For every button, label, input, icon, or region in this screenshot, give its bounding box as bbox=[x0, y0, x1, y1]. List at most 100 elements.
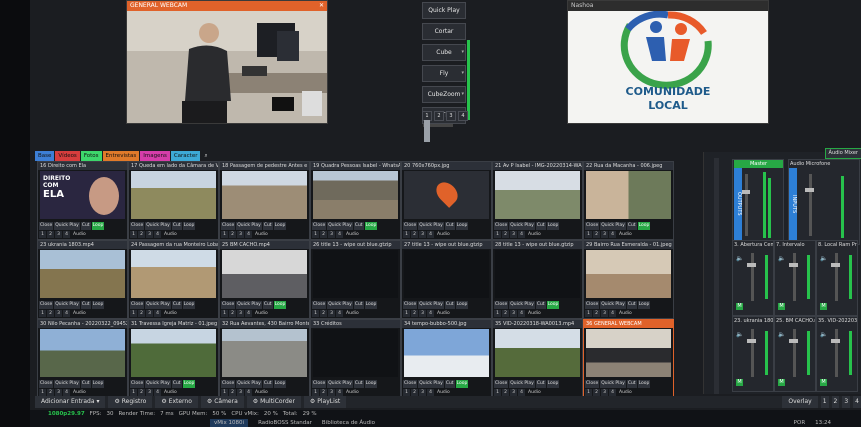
overlay-1-button[interactable]: 1 bbox=[494, 231, 501, 238]
quick-play-button[interactable]: Quick Play bbox=[509, 301, 535, 309]
close-button[interactable]: Close bbox=[39, 222, 54, 230]
overlay-4-button[interactable]: 4 bbox=[336, 389, 343, 396]
cut-button[interactable]: Cut bbox=[262, 380, 273, 388]
taskbar-item-biblioteca[interactable]: Biblioteca de Áudio bbox=[322, 419, 375, 427]
overlay-4-button[interactable]: 4 bbox=[336, 231, 343, 238]
audio-button[interactable]: Audio bbox=[253, 389, 270, 396]
overlay-4-button[interactable]: 4 bbox=[245, 231, 252, 238]
overlay-4-button[interactable]: 4 bbox=[427, 310, 434, 317]
close-button[interactable]: Close bbox=[312, 380, 327, 388]
cut-button[interactable]: Cut bbox=[353, 222, 364, 230]
overlay-1-button[interactable]: 1 bbox=[312, 310, 319, 317]
channel-fader-knob[interactable] bbox=[789, 339, 798, 343]
tab-fotos[interactable]: Fotos bbox=[80, 151, 102, 161]
input-cell[interactable]: 26 title 13 - wipe out blue.gtzip Close Qu… bbox=[310, 240, 401, 319]
overlay-1-button[interactable]: 1 bbox=[403, 389, 410, 396]
input-cell[interactable]: 20 760x760px.jpg Close Quick Play Cut Loop 1 2… bbox=[401, 161, 492, 240]
gear-icon[interactable]: ⚙ bbox=[114, 398, 119, 405]
loop-button[interactable]: Loop bbox=[546, 380, 560, 388]
cut-button[interactable]: Cut bbox=[535, 301, 546, 309]
overlay-2-button[interactable]: 2 bbox=[831, 396, 840, 408]
audio-button[interactable]: Audio bbox=[344, 389, 361, 396]
audio-button[interactable]: Audio bbox=[617, 389, 634, 396]
audio-button[interactable]: Audio bbox=[162, 389, 179, 396]
overlay-4-button[interactable]: 4 bbox=[154, 389, 161, 396]
overlay-3-button[interactable]: 3 bbox=[55, 389, 62, 396]
overlay-2-button[interactable]: 2 bbox=[320, 389, 327, 396]
speaker-icon[interactable]: 🔈 bbox=[778, 331, 785, 338]
close-button[interactable]: Close bbox=[312, 222, 327, 230]
overlay-4-button[interactable]: 4 bbox=[609, 310, 616, 317]
input-cell[interactable]: 29 Bairro Rua Esmeralda - 01.jpeg Close Qu… bbox=[583, 240, 674, 319]
overlay-2-button[interactable]: 2 bbox=[47, 310, 54, 317]
input-cell[interactable]: 23 ukrania 1803.mp4 Close Quick Play Cut Loo… bbox=[37, 240, 128, 319]
overlay-3-button[interactable]: 3 bbox=[237, 231, 244, 238]
quick-play-button[interactable]: Quick Play bbox=[54, 222, 80, 230]
overlay-4-button[interactable]: 4 bbox=[853, 396, 861, 408]
overlay-2-button[interactable]: 2 bbox=[138, 310, 145, 317]
cut-button[interactable]: Cut bbox=[80, 380, 91, 388]
close-button[interactable]: Close bbox=[585, 222, 600, 230]
overlay-2-button[interactable]: 2 bbox=[411, 389, 418, 396]
close-button[interactable]: Close bbox=[494, 380, 509, 388]
overlay-3-button[interactable]: 3 bbox=[419, 231, 426, 238]
loop-button[interactable]: Loop bbox=[364, 301, 378, 309]
input-cell[interactable]: 24 Passagem da rua Monteiro Lobato peClo… bbox=[128, 240, 219, 319]
close-button[interactable]: Close bbox=[130, 222, 145, 230]
close-button[interactable]: Close bbox=[130, 380, 145, 388]
audio-button[interactable]: Audio bbox=[344, 310, 361, 317]
overlay-2-button[interactable]: 2 bbox=[320, 310, 327, 317]
overlay-3-button[interactable]: 3 bbox=[328, 231, 335, 238]
channel-fader-track[interactable] bbox=[793, 329, 796, 377]
gear-icon[interactable]: ⚙ bbox=[207, 398, 212, 405]
overlay-1-button[interactable]: 1 bbox=[130, 389, 137, 396]
master-fader-knob[interactable] bbox=[741, 190, 750, 194]
loop-button[interactable]: Loop bbox=[273, 301, 287, 309]
cut-button[interactable]: Cut bbox=[444, 301, 455, 309]
overlay-4-button[interactable]: 4 bbox=[336, 310, 343, 317]
audio-button[interactable]: Audio bbox=[162, 231, 179, 238]
input-cell[interactable]: 33 Créditos Close Quick Play Cut Loop 1 2 3 4 Aud… bbox=[310, 319, 401, 398]
overlay-4-button[interactable]: 4 bbox=[518, 231, 525, 238]
cut-button[interactable]: Cut bbox=[171, 380, 182, 388]
audio-button[interactable]: Audio bbox=[526, 310, 543, 317]
record-button[interactable]: ⚙ Registro bbox=[108, 396, 153, 408]
quick-play-button[interactable]: Quick Play bbox=[418, 222, 444, 230]
overlay-1-button[interactable]: 1 bbox=[585, 231, 592, 238]
input-cell[interactable]: 34 tempo-bubbo-500.jpg Close Quick Play Cut… bbox=[401, 319, 492, 398]
overlay-2-button[interactable]: 2 bbox=[229, 389, 236, 396]
tab-caracter[interactable]: Caracter bbox=[170, 151, 201, 161]
cut-button[interactable]: Cut bbox=[171, 222, 182, 230]
quick-play-button[interactable]: Quick Play bbox=[145, 301, 171, 309]
gear-icon[interactable]: ⚙ bbox=[253, 398, 258, 405]
quick-play-button[interactable]: Quick Play bbox=[54, 380, 80, 388]
audio-button[interactable]: Audio bbox=[435, 389, 452, 396]
cut-button[interactable]: Cut bbox=[626, 301, 637, 309]
loop-button[interactable]: Loop bbox=[273, 380, 287, 388]
mute-button[interactable]: M bbox=[778, 379, 785, 386]
mute-button[interactable]: M bbox=[820, 379, 827, 386]
audio-button[interactable]: Audio bbox=[526, 389, 543, 396]
quick-play-button[interactable]: Quick Play bbox=[236, 380, 262, 388]
channel-fader-track[interactable] bbox=[793, 253, 796, 301]
input-cell[interactable]: 31 Travessa Igreja Matriz - 01.jpeg Close… bbox=[128, 319, 219, 398]
audio-button[interactable]: Audio bbox=[526, 231, 543, 238]
quick-play-button[interactable]: Quick Play bbox=[145, 222, 171, 230]
close-button[interactable]: Close bbox=[494, 222, 509, 230]
quick-play-button[interactable]: Quick Play bbox=[600, 222, 626, 230]
overlay-3-button[interactable]: 3 bbox=[146, 231, 153, 238]
input-cell[interactable]: 28 title 13 - wipe out blue.gtzip Close Qu… bbox=[492, 240, 583, 319]
audio-button[interactable]: Audio bbox=[71, 389, 88, 396]
input-cell[interactable]: 16 Direito com Ela DIREITO COM ELA Close Quic… bbox=[37, 161, 128, 240]
quick-play-button[interactable]: Quick Play bbox=[509, 222, 535, 230]
loop-button[interactable]: Loop bbox=[455, 301, 469, 309]
mixer-scroll-area[interactable] bbox=[714, 158, 719, 394]
transition-2-button[interactable]: 2 bbox=[434, 111, 444, 121]
gear-icon[interactable]: ⚙ bbox=[161, 398, 166, 405]
loop-button[interactable]: Loop bbox=[455, 380, 469, 388]
quick-play-button[interactable]: Quick Play bbox=[145, 380, 171, 388]
overlay-2-button[interactable]: 2 bbox=[229, 231, 236, 238]
overlay-1-button[interactable]: 1 bbox=[403, 231, 410, 238]
overlay-2-button[interactable]: 2 bbox=[593, 310, 600, 317]
quick-play-button[interactable]: Quick Play bbox=[327, 222, 353, 230]
